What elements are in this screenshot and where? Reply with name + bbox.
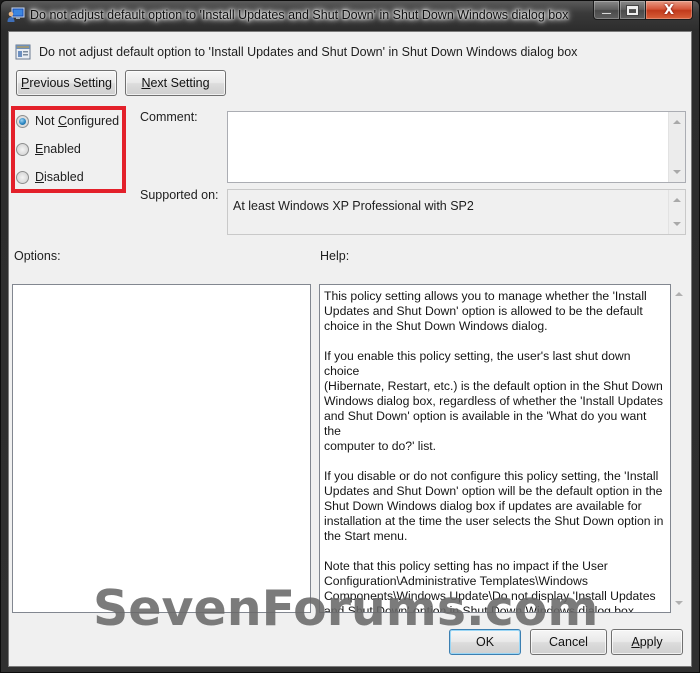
- scroll-up-icon[interactable]: [673, 120, 681, 124]
- next-accel: N: [141, 76, 151, 90]
- supported-on-field: At least Windows XP Professional with SP…: [227, 189, 686, 235]
- close-button[interactable]: X: [646, 1, 693, 20]
- scroll-up-icon[interactable]: [673, 198, 681, 202]
- radio-disabled[interactable]: Disabled: [16, 170, 84, 184]
- apply-label: pply: [639, 635, 663, 649]
- apply-accel: A: [631, 635, 640, 649]
- radio-label: Disabled: [35, 170, 84, 184]
- maximize-button[interactable]: [620, 1, 646, 20]
- help-label: Help:: [320, 249, 350, 263]
- scroll-down-icon[interactable]: [673, 170, 681, 174]
- supported-scrollbar[interactable]: [668, 190, 685, 234]
- previous-accel: P: [20, 76, 30, 90]
- next-label: ext Setting: [150, 76, 210, 90]
- scroll-down-icon[interactable]: [673, 222, 681, 226]
- radio-button-checked[interactable]: [16, 114, 29, 128]
- computer-user-icon: [7, 7, 25, 22]
- policy-editor-window: Do not adjust default option to 'Install…: [0, 0, 700, 673]
- previous-label: revious Setting: [29, 76, 113, 90]
- cancel-button[interactable]: Cancel: [530, 629, 607, 655]
- help-scrollbar[interactable]: [671, 284, 688, 613]
- apply-button[interactable]: Apply: [611, 629, 683, 655]
- supported-on-label: Supported on:: [140, 188, 219, 202]
- ok-button[interactable]: OK: [449, 629, 521, 655]
- radio-not-configured[interactable]: Not Configured: [16, 114, 119, 128]
- radio-button[interactable]: [16, 142, 29, 156]
- previous-setting-button[interactable]: Previous Setting: [16, 70, 117, 96]
- radio-button[interactable]: [16, 170, 29, 184]
- policy-header: Do not adjust default option to 'Install…: [15, 43, 577, 61]
- maximize-icon: [627, 5, 638, 15]
- radio-label: Enabled: [35, 142, 81, 156]
- comment-input[interactable]: [227, 111, 686, 183]
- title-bar[interactable]: Do not adjust default option to 'Install…: [1, 1, 699, 31]
- minimize-icon: [601, 11, 612, 15]
- radio-enabled[interactable]: Enabled: [16, 142, 81, 156]
- options-label: Options:: [14, 249, 61, 263]
- supported-on-value: At least Windows XP Professional with SP…: [233, 199, 474, 213]
- window-title: Do not adjust default option to 'Install…: [30, 8, 569, 22]
- help-panel: This policy setting allows you to manage…: [319, 284, 671, 613]
- close-icon: X: [663, 2, 675, 18]
- caption-buttons: X: [593, 1, 693, 21]
- policy-title: Do not adjust default option to 'Install…: [39, 45, 578, 59]
- minimize-button[interactable]: [593, 1, 620, 20]
- next-setting-button[interactable]: Next Setting: [125, 70, 226, 96]
- help-text: This policy setting allows you to manage…: [324, 289, 664, 613]
- options-panel: [12, 284, 311, 613]
- comment-scrollbar[interactable]: [668, 112, 685, 182]
- ok-label: OK: [475, 635, 495, 649]
- scroll-down-icon[interactable]: [675, 601, 683, 605]
- comment-label: Comment:: [140, 110, 198, 124]
- cancel-label: Cancel: [549, 635, 588, 649]
- dialog-client-area: Do not adjust default option to 'Install…: [8, 31, 692, 667]
- radio-label: Not Configured: [35, 114, 120, 128]
- policy-setting-icon: [15, 44, 31, 60]
- scroll-up-icon[interactable]: [675, 292, 683, 296]
